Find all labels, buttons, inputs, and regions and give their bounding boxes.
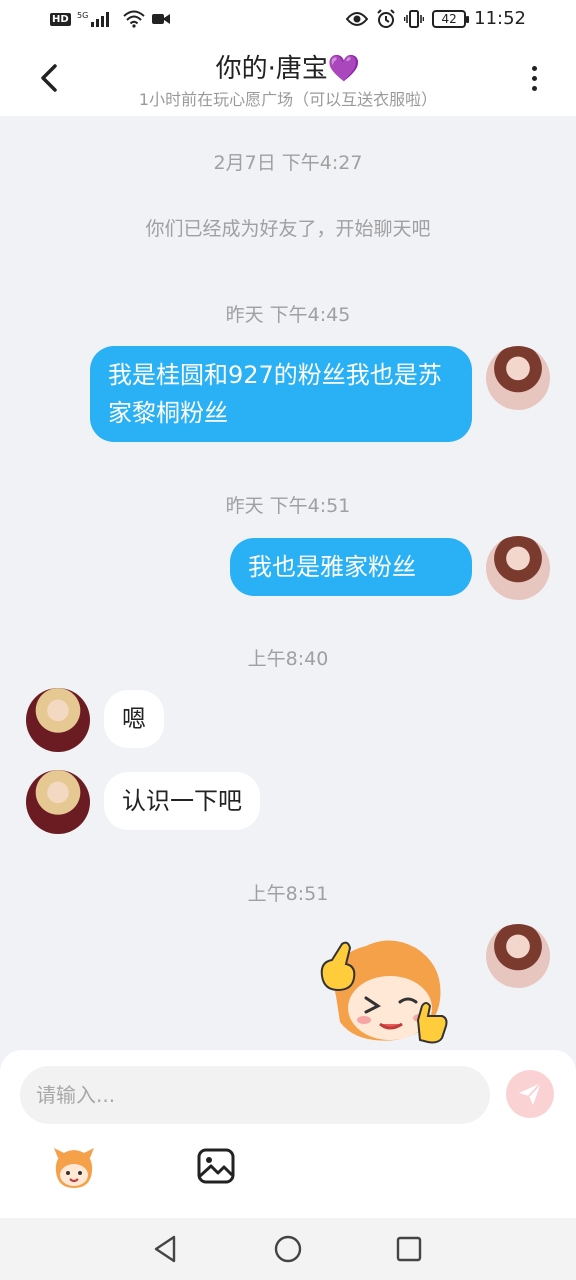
svg-text:5G: 5G xyxy=(77,11,88,20)
my-avatar[interactable] xyxy=(486,346,550,410)
sticker-emoji-icon[interactable] xyxy=(50,1144,98,1192)
nav-recents-icon[interactable] xyxy=(392,1232,426,1266)
video-icon xyxy=(151,14,170,24)
signal-icon: 5G xyxy=(77,11,109,27)
more-options-button[interactable] xyxy=(514,58,554,98)
nav-back-icon[interactable] xyxy=(148,1232,182,1266)
message-timestamp: 上午8:40 xyxy=(247,648,329,670)
my-message-bubble[interactable]: 我也是雅家粉丝 xyxy=(230,538,472,596)
hd-icon: HD xyxy=(50,12,71,26)
nav-home-icon[interactable] xyxy=(271,1232,305,1266)
wifi-icon xyxy=(123,10,145,28)
battery-icon: 42 xyxy=(432,9,470,28)
system-message: 你们已经成为好友了，开始聊天吧 xyxy=(145,218,431,240)
more-dot-icon xyxy=(531,65,537,71)
input-panel xyxy=(0,1050,576,1218)
status-icons-left: HD 5G xyxy=(50,10,171,28)
contact-name: 你的·唐宝💜 xyxy=(215,54,361,84)
my-avatar[interactable] xyxy=(486,536,550,600)
send-button[interactable] xyxy=(506,1070,554,1118)
message-timestamp: 上午8:51 xyxy=(247,883,329,905)
message-timestamp: 昨天 下午4:45 xyxy=(225,304,351,326)
contact-avatar[interactable] xyxy=(26,688,90,752)
their-message-bubble[interactable]: 认识一下吧 xyxy=(104,772,260,830)
wink-thumbs-up-sticker[interactable] xyxy=(316,936,456,1046)
message-timestamp: 2月7日 下午4:27 xyxy=(213,152,363,174)
status-bar: HD 5G 42 11:52 xyxy=(0,0,576,38)
my-message-bubble[interactable]: 我是桂圆和927的粉丝我也是苏家黎桐粉丝 xyxy=(90,346,472,442)
their-message-bubble[interactable]: 嗯 xyxy=(104,690,164,748)
system-nav-bar xyxy=(0,1218,576,1280)
contact-status: 1小时前在玩心愿广场（可以互送衣服啦） xyxy=(138,90,438,109)
chat-header: 你的·唐宝💜 1小时前在玩心愿广场（可以互送衣服啦） xyxy=(0,38,576,116)
more-dot-icon xyxy=(531,75,537,81)
my-avatar[interactable] xyxy=(486,924,550,988)
vibrate-icon xyxy=(404,9,425,28)
image-picker-icon[interactable] xyxy=(196,1146,236,1186)
status-icons-right: 42 11:52 xyxy=(346,8,526,29)
more-dot-icon xyxy=(531,85,537,91)
contact-avatar[interactable] xyxy=(26,770,90,834)
message-timestamp: 昨天 下午4:51 xyxy=(225,495,351,517)
send-icon xyxy=(519,1082,542,1105)
eye-icon xyxy=(346,11,369,26)
message-input[interactable] xyxy=(20,1066,490,1124)
alarm-icon xyxy=(377,8,395,28)
clock-time: 11:52 xyxy=(474,8,526,29)
